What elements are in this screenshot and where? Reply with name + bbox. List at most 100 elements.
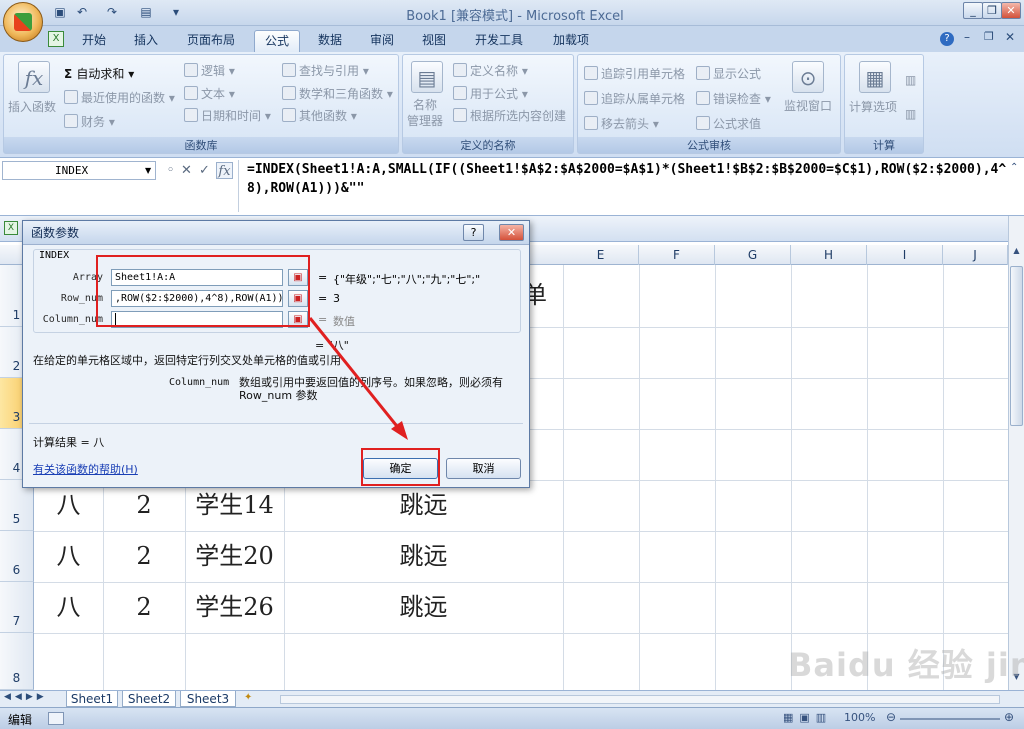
name-box[interactable]: INDEX (2, 161, 156, 180)
scroll-thumb[interactable] (1010, 266, 1023, 426)
autosum-button[interactable]: Σ 自动求和 ▾ (64, 65, 134, 82)
calc-now-icon[interactable]: ▥ (905, 73, 916, 87)
calc-sheet-icon[interactable]: ▥ (905, 107, 916, 121)
cancel-button[interactable]: 取消 (446, 458, 521, 479)
collapse-dialog-icon[interactable]: ▣ (288, 311, 308, 328)
redo-icon[interactable]: ↷ (104, 5, 120, 20)
formula-collapse-icon[interactable]: ⌃ (1010, 162, 1018, 173)
define-name-button[interactable]: 定义名称 ▾ (453, 62, 528, 79)
math-button[interactable]: 数学和三角函数 ▾ (282, 85, 393, 102)
help-icon[interactable]: ? (940, 32, 954, 46)
scroll-up-icon[interactable]: ▲ (1010, 246, 1023, 260)
tab-insert[interactable]: 插入 (124, 30, 168, 52)
lookup-button[interactable]: 查找与引用 ▾ (282, 62, 369, 79)
minimize-button[interactable]: _ (963, 2, 983, 19)
column-header-j[interactable]: J (943, 245, 1008, 265)
cell-a7[interactable]: 八 (34, 582, 103, 632)
confirm-entry-icon[interactable]: ✓ (196, 162, 213, 179)
function-help-link[interactable]: 有关该函数的帮助(H) (33, 461, 138, 477)
dialog-close-button[interactable]: ✕ (499, 224, 524, 241)
cell-d7[interactable]: 跳远 (284, 582, 563, 632)
cell-a6[interactable]: 八 (34, 531, 103, 581)
tab-review[interactable]: 审阅 (362, 30, 402, 52)
zoom-in-icon[interactable]: ⊕ (1004, 710, 1014, 724)
name-box-dropdown-icon[interactable]: ▼ (145, 166, 151, 175)
dialog-help-button[interactable]: ? (463, 224, 484, 241)
zoom-slider[interactable] (900, 718, 1000, 720)
sheet-tab-1[interactable]: Sheet1 (66, 691, 118, 707)
restore-button[interactable]: ❐ (982, 2, 1002, 19)
row-header-8[interactable]: 8 (0, 633, 34, 690)
tab-page-layout[interactable]: 页面布局 (178, 30, 244, 52)
insert-function-fx-icon[interactable]: fx (216, 162, 233, 179)
show-formulas-button[interactable]: 显示公式 (696, 65, 761, 82)
customize-qat-icon[interactable]: ▾ (168, 5, 184, 20)
other-functions-button[interactable]: 其他函数 ▾ (282, 107, 357, 124)
use-in-formula-button[interactable]: 用于公式 ▾ (453, 85, 528, 102)
macro-record-icon[interactable] (48, 712, 64, 725)
sheet-tab-3[interactable]: Sheet3 (180, 691, 236, 707)
ok-button[interactable]: 确定 (363, 458, 438, 479)
trace-precedents-button[interactable]: 追踪引用单元格 (584, 65, 685, 82)
row-header-7[interactable]: 7 (0, 582, 34, 633)
ribbon-restore-icon[interactable]: ❐ (984, 30, 994, 43)
sheet-nav-icons[interactable]: ◀◀▶▶ (4, 692, 48, 702)
param-input-array[interactable]: Sheet1!A:A (111, 269, 283, 286)
cell-b7[interactable]: 2 (103, 582, 185, 632)
error-checking-button[interactable]: 错误检查 ▾ (696, 90, 771, 107)
name-manager-icon[interactable]: ▤ (411, 61, 443, 93)
insert-function-label[interactable]: 插入函数 (8, 98, 56, 115)
sheet-tab-2[interactable]: Sheet2 (122, 691, 176, 707)
evaluate-formula-button[interactable]: 公式求值 (696, 115, 761, 132)
view-buttons-icons[interactable]: ▦▣▥ (783, 711, 832, 724)
cell-c7[interactable]: 学生26 (185, 582, 284, 632)
financial-button[interactable]: 财务 ▾ (64, 113, 115, 130)
recent-functions-button[interactable]: 最近使用的函数 ▾ (64, 89, 175, 106)
horizontal-scrollbar[interactable] (280, 695, 1000, 704)
datetime-button[interactable]: 日期和时间 ▾ (184, 107, 271, 124)
save-icon[interactable]: ▣ (52, 5, 68, 20)
ribbon-close-icon[interactable]: ✕ (1005, 30, 1015, 44)
cell-d6[interactable]: 跳远 (284, 531, 563, 581)
create-from-selection-button[interactable]: 根据所选内容创建 (453, 107, 566, 124)
collapse-dialog-icon[interactable]: ▣ (288, 269, 308, 286)
insert-function-icon[interactable]: fx (18, 61, 50, 93)
logical-button[interactable]: 逻辑 ▾ (184, 62, 235, 79)
close-button[interactable]: ✕ (1001, 2, 1021, 19)
watch-window-icon[interactable]: ⊙ (792, 61, 824, 93)
insert-sheet-icon[interactable]: ✦ (244, 692, 262, 706)
cancel-entry-icon[interactable]: ✕ (178, 162, 195, 179)
formula-text[interactable]: =INDEX(Sheet1!A:A,SMALL(IF((Sheet1!$A$2:… (238, 160, 1013, 212)
text-button[interactable]: 文本 ▾ (184, 85, 235, 102)
column-header-g[interactable]: G (715, 245, 791, 265)
calc-options-label[interactable]: 计算选项 (849, 98, 897, 115)
collapse-dialog-icon[interactable]: ▣ (288, 290, 308, 307)
column-header-e[interactable]: E (563, 245, 639, 265)
column-header-i[interactable]: I (867, 245, 943, 265)
trace-dependents-button[interactable]: 追踪从属单元格 (584, 90, 685, 107)
zoom-out-icon[interactable]: ⊖ (886, 710, 896, 724)
cell-c6[interactable]: 学生20 (185, 531, 284, 581)
vertical-scrollbar[interactable]: ▲ ▼ (1008, 216, 1024, 690)
ribbon-minimize-icon[interactable]: – (964, 30, 970, 44)
name-manager-label[interactable]: 名称 管理器 (407, 97, 443, 129)
tab-home[interactable]: 开始 (72, 30, 116, 52)
tab-data[interactable]: 数据 (308, 30, 352, 52)
undo-icon[interactable]: ↶ (74, 5, 90, 20)
cell-b6[interactable]: 2 (103, 531, 185, 581)
watch-window-label[interactable]: 监视窗口 (784, 97, 832, 114)
tab-formulas[interactable]: 公式 (254, 30, 300, 52)
row-header-6[interactable]: 6 (0, 531, 34, 582)
calc-options-icon[interactable]: ▦ (859, 61, 891, 93)
column-header-f[interactable]: F (639, 245, 715, 265)
param-input-row-num[interactable]: ,ROW($2:$2000),4^8),ROW(A1)) (111, 290, 283, 307)
zoom-level[interactable]: 100% (844, 711, 875, 724)
print-preview-icon[interactable]: ▤ (138, 5, 154, 20)
office-button[interactable] (3, 2, 43, 42)
tab-addins[interactable]: 加载项 (542, 30, 600, 52)
remove-arrows-button[interactable]: 移去箭头 ▾ (584, 115, 659, 132)
column-header-h[interactable]: H (791, 245, 867, 265)
tab-view[interactable]: 视图 (412, 30, 456, 52)
tab-developer[interactable]: 开发工具 (466, 30, 532, 52)
param-input-column-num[interactable] (111, 311, 283, 328)
